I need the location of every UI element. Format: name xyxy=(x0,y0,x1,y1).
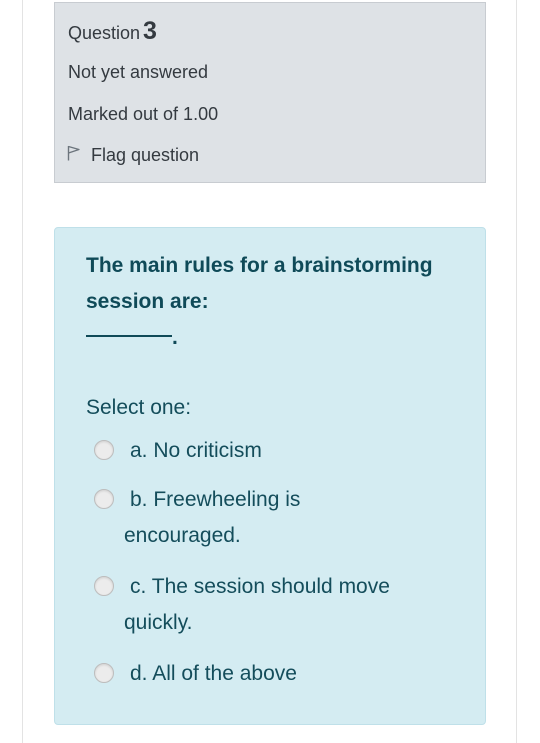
flag-question-label: Flag question xyxy=(91,145,200,165)
option-a-label: a. No criticism xyxy=(130,439,262,462)
option-a[interactable]: a. No criticism xyxy=(94,433,262,469)
option-c-radio[interactable] xyxy=(94,576,114,596)
option-a-radio[interactable] xyxy=(94,440,114,460)
option-b-radio[interactable] xyxy=(94,489,114,509)
option-c[interactable]: c. The session should move quickly. xyxy=(94,569,434,641)
option-c-label-continued: quickly. xyxy=(124,611,193,634)
question-text: The main rules for a brainstorming sessi… xyxy=(86,254,433,313)
option-b[interactable]: b. Freewheeling is encouraged. xyxy=(94,482,434,554)
question-content-panel: The main rules for a brainstorming sessi… xyxy=(54,227,486,725)
flag-question-button[interactable]: Flag question xyxy=(67,145,199,166)
question-number: 3 xyxy=(143,17,157,45)
question-state: Not yet answered xyxy=(68,62,209,82)
question-label: Question xyxy=(68,23,141,43)
select-one-prompt: Select one: xyxy=(86,396,192,419)
flag-icon xyxy=(67,145,91,166)
answer-blank-suffix: . xyxy=(172,326,178,349)
question-title: Question 3 xyxy=(68,17,157,46)
option-d[interactable]: d. All of the above xyxy=(94,656,297,692)
answer-blank xyxy=(86,335,172,337)
option-d-radio[interactable] xyxy=(94,663,114,683)
option-b-label-continued: encouraged. xyxy=(124,524,241,547)
option-b-label: b. Freewheeling is xyxy=(130,488,301,511)
question-grade: Marked out of 1.00 xyxy=(68,104,219,124)
option-c-label: c. The session should move xyxy=(130,575,390,598)
question-info-panel: Question 3 Not yet answered Marked out of… xyxy=(54,2,486,183)
option-d-label: d. All of the above xyxy=(130,662,297,685)
